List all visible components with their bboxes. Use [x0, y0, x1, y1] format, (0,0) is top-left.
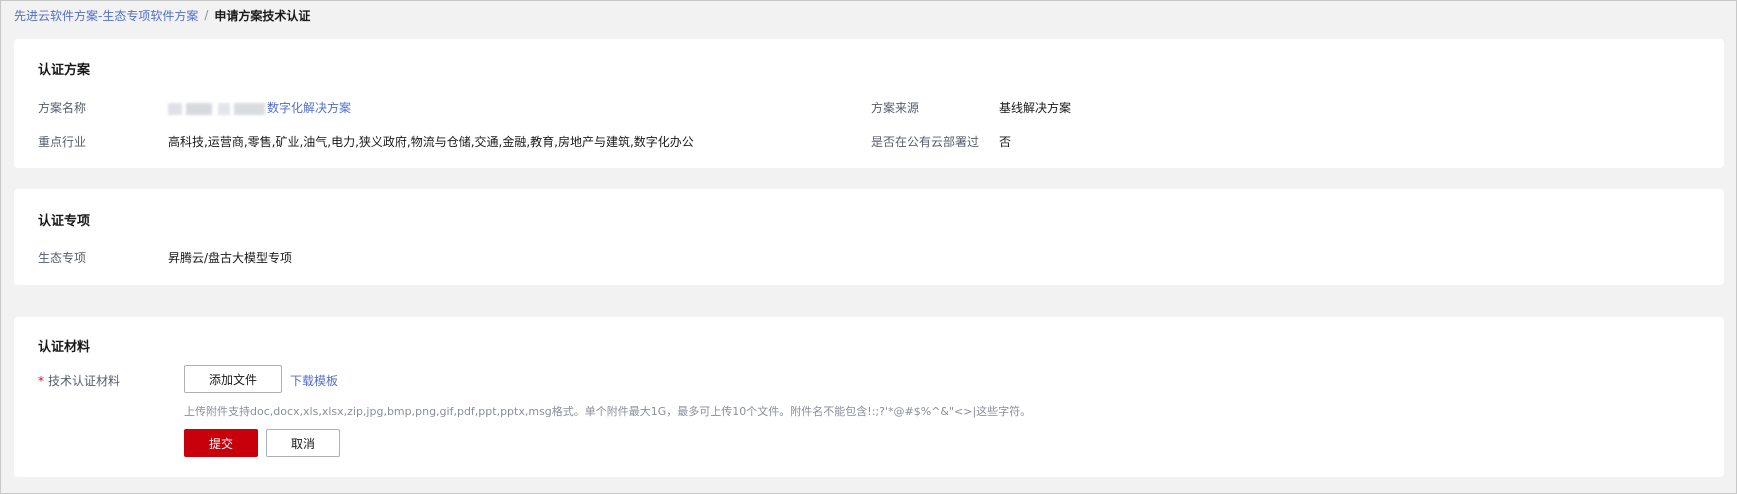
upload-hint: 上传附件支持doc,docx,xls,xlsx,zip,jpg,bmp,png,…: [184, 405, 1032, 418]
solution-name-value: 数字化解决方案: [168, 99, 351, 116]
special-card: 认证专项 生态专项 昇腾云/盘古大模型专项: [14, 189, 1724, 285]
public-cloud-label: 是否在公有云部署过: [871, 135, 980, 149]
cancel-button[interactable]: 取消: [266, 429, 340, 457]
solution-card: 认证方案 方案名称 数字化解决方案 方案来源 基线解决方案 重点行业 高科技,运…: [14, 39, 1724, 168]
eco-label: 生态专项: [38, 251, 87, 265]
public-cloud-value: 否: [999, 135, 1012, 149]
solution-name-label: 方案名称: [38, 101, 87, 115]
eco-value: 昇腾云/盘古大模型专项: [168, 251, 293, 265]
breadcrumb: 先进云软件方案-生态专项软件方案 / 申请方案技术认证: [14, 6, 310, 24]
solution-source-label: 方案来源: [871, 101, 920, 115]
redacted-text: [168, 102, 265, 115]
tech-material-label: * 技术认证材料: [38, 372, 120, 389]
solution-card-title: 认证方案: [38, 63, 91, 78]
industry-value: 高科技,运营商,零售,矿业,油气,电力,狭义政府,物流与仓储,交通,金融,教育,…: [168, 135, 694, 149]
industry-label: 重点行业: [38, 135, 87, 149]
solution-name-link[interactable]: 数字化解决方案: [267, 101, 351, 115]
submit-button[interactable]: 提交: [184, 429, 258, 457]
breadcrumb-separator: /: [204, 8, 209, 22]
solution-source-value: 基线解决方案: [999, 101, 1072, 115]
breadcrumb-parent-link[interactable]: 先进云软件方案-生态专项软件方案: [14, 7, 198, 24]
breadcrumb-current: 申请方案技术认证: [214, 8, 311, 23]
materials-card: 认证材料 * 技术认证材料 添加文件 下载模板 上传附件支持doc,docx,xl…: [14, 317, 1724, 477]
add-file-button[interactable]: 添加文件: [184, 365, 282, 393]
download-template-link[interactable]: 下载模板: [290, 372, 338, 389]
materials-card-title: 认证材料: [38, 340, 91, 355]
tech-material-label-text: 技术认证材料: [48, 374, 121, 388]
required-mark: *: [38, 374, 44, 388]
special-card-title: 认证专项: [38, 214, 91, 229]
